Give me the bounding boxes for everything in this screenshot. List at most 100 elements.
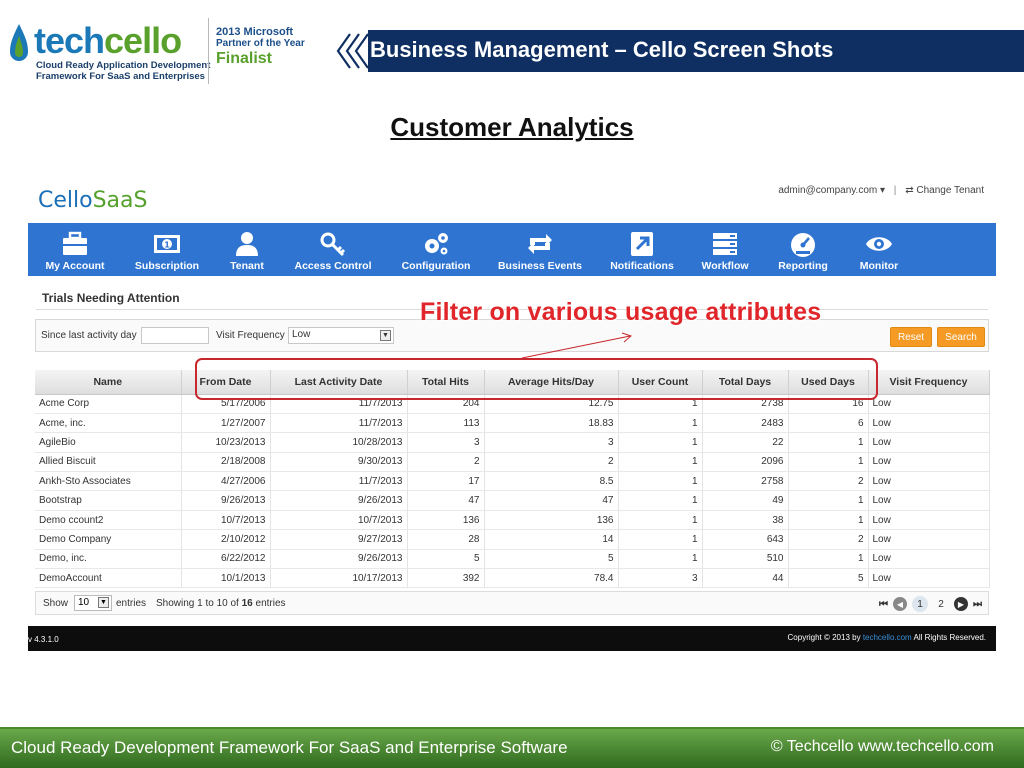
table-cell: 1 xyxy=(788,510,869,531)
change-tenant-link[interactable]: ⇄ Change Tenant xyxy=(905,185,984,196)
table-cell: Acme, inc. xyxy=(35,413,182,434)
gears-icon xyxy=(425,233,448,255)
table-cell: 3 xyxy=(618,568,703,589)
table-cell: 10/7/2013 xyxy=(181,510,271,531)
table-cell: Ankh-Sto Associates xyxy=(35,471,182,492)
table-cell: 18.83 xyxy=(484,413,619,434)
column-header[interactable]: Visit Frequency xyxy=(868,370,990,395)
table-cell: AgileBio xyxy=(35,432,182,453)
page-2[interactable]: 2 xyxy=(933,596,949,612)
table-cell: Low xyxy=(868,510,990,531)
table-cell: 1 xyxy=(618,394,703,414)
column-header[interactable]: Name xyxy=(35,370,182,395)
table-row[interactable]: Demo ccount2 10/7/2013 10/7/2013 136 136 1 38 1… xyxy=(35,510,990,531)
table-cell: Acme Corp xyxy=(35,394,182,414)
last-page-icon[interactable]: ⏭ xyxy=(973,599,982,610)
column-header[interactable]: User Count xyxy=(618,370,703,395)
first-page-icon[interactable]: ⏮ xyxy=(879,599,888,610)
table-cell: 2/18/2008 xyxy=(181,452,271,473)
table-cell: 44 xyxy=(702,568,789,589)
table-cell: 10/23/2013 xyxy=(181,432,271,453)
list-icon xyxy=(713,233,737,255)
divider xyxy=(208,18,209,84)
column-header[interactable]: Total Days xyxy=(702,370,789,395)
nav-subscription[interactable]: 1 Subscription xyxy=(118,223,216,276)
table-cell: 14 xyxy=(484,529,619,550)
table-cell: 49 xyxy=(702,490,789,511)
app-footer: v 4.3.1.0 Copyright © 2013 by techcello.… xyxy=(28,626,996,651)
table-cell: 10/17/2013 xyxy=(270,568,408,589)
table-cell: Low xyxy=(868,394,990,414)
slide-footer-copyright: © Techcello www.techcello.com xyxy=(770,738,994,755)
table-cell: Low xyxy=(868,549,990,570)
since-last-activity-input[interactable] xyxy=(141,327,209,344)
table-cell: 4/27/2006 xyxy=(181,471,271,492)
nav-configuration[interactable]: Configuration xyxy=(388,223,484,276)
slide-title: Business Management – Cello Screen Shots xyxy=(370,37,834,62)
nav-notifications[interactable]: Notifications xyxy=(596,223,688,276)
table-cell: 5 xyxy=(407,549,485,570)
annotation-callout: Filter on various usage attributes xyxy=(420,298,822,326)
prev-page-icon[interactable]: ◀ xyxy=(893,597,907,611)
table-cell: 1 xyxy=(618,529,703,550)
table-cell: 2 xyxy=(407,452,485,473)
table-cell: 136 xyxy=(484,510,619,531)
nav-monitor[interactable]: Monitor xyxy=(844,223,914,276)
nav-business-events[interactable]: Business Events xyxy=(484,223,596,276)
nav-reporting[interactable]: Reporting xyxy=(762,223,844,276)
table-row[interactable]: Acme Corp 5/17/2006 11/7/2013 204 12.75 1 2738… xyxy=(35,394,990,414)
table-cell: 1 xyxy=(618,413,703,434)
table-cell: 28 xyxy=(407,529,485,550)
column-header[interactable]: From Date xyxy=(181,370,271,395)
table-cell: 204 xyxy=(407,394,485,414)
award-badge: 2013 Microsoft Partner of the Year Final… xyxy=(216,26,305,67)
column-header[interactable]: Last Activity Date xyxy=(270,370,408,395)
nav-tenant[interactable]: Tenant xyxy=(216,223,278,276)
nav-my-account[interactable]: My Account xyxy=(32,223,118,276)
column-header[interactable]: Total Hits xyxy=(407,370,485,395)
table-cell: 22 xyxy=(702,432,789,453)
table-row[interactable]: Demo, inc. 6/22/2012 9/26/2013 5 5 1 510 1 Low xyxy=(35,549,990,570)
table-row[interactable]: Demo Company 2/10/2012 9/27/2013 28 14 1 643 2 L… xyxy=(35,529,990,550)
nav-access-control[interactable]: Access Control xyxy=(278,223,388,276)
table-cell: Low xyxy=(868,413,990,434)
column-header[interactable]: Average Hits/Day xyxy=(484,370,619,395)
table-cell: 11/7/2013 xyxy=(270,394,408,414)
table-cell: 2483 xyxy=(702,413,789,434)
table-cell: Low xyxy=(868,432,990,453)
table-cell: 3 xyxy=(407,432,485,453)
table-cell: Low xyxy=(868,568,990,589)
table-cell: 1 xyxy=(618,452,703,473)
table-cell: 38 xyxy=(702,510,789,531)
table-cell: 510 xyxy=(702,549,789,570)
table-cell: Low xyxy=(868,471,990,492)
techcello-link[interactable]: techcello.com xyxy=(863,633,912,642)
page-1[interactable]: 1 xyxy=(912,596,928,612)
slide: techcello Cloud Ready Application Develo… xyxy=(0,0,1024,768)
visit-frequency-select[interactable]: Low ▼ xyxy=(288,327,394,344)
money-icon: 1 xyxy=(154,235,180,253)
table-info: Showing 1 to 10 of 16 entries xyxy=(156,598,286,609)
table-row[interactable]: Acme, inc. 1/27/2007 11/7/2013 113 18.83 1 248… xyxy=(35,413,990,434)
table-cell: Low xyxy=(868,529,990,550)
table-row[interactable]: Bootstrap 9/26/2013 9/26/2013 47 47 1 49 1 Low xyxy=(35,490,990,511)
dashboard-icon xyxy=(791,233,815,257)
table-row[interactable]: Allied Biscuit 2/18/2008 9/30/2013 2 2 1 2096 1… xyxy=(35,452,990,473)
table-cell: 9/30/2013 xyxy=(270,452,408,473)
table-row[interactable]: DemoAccount 10/1/2013 10/17/2013 392 78.4 3 44… xyxy=(35,568,990,589)
reset-button[interactable]: Reset xyxy=(890,327,932,347)
svg-text:1: 1 xyxy=(164,241,170,250)
table-row[interactable]: AgileBio 10/23/2013 10/28/2013 3 3 1 22 1 Low xyxy=(35,432,990,453)
user-account-link[interactable]: admin@company.com ▾ xyxy=(778,185,885,196)
table-row[interactable]: Ankh-Sto Associates 4/27/2006 11/7/2013 17 8… xyxy=(35,471,990,492)
page-size-select[interactable]: 10 ▼ xyxy=(74,595,112,611)
search-button[interactable]: Search xyxy=(937,327,985,347)
table-cell: 1 xyxy=(618,510,703,531)
logo-wordmark: techcello xyxy=(34,20,182,61)
trials-table: Name From Date Last Activity Date Total … xyxy=(35,370,990,589)
visit-frequency-label: Visit Frequency xyxy=(216,330,285,341)
next-page-icon[interactable]: ▶ xyxy=(954,597,968,611)
column-header[interactable]: Used Days xyxy=(788,370,869,395)
nav-workflow[interactable]: Workflow xyxy=(688,223,762,276)
table-cell: 392 xyxy=(407,568,485,589)
